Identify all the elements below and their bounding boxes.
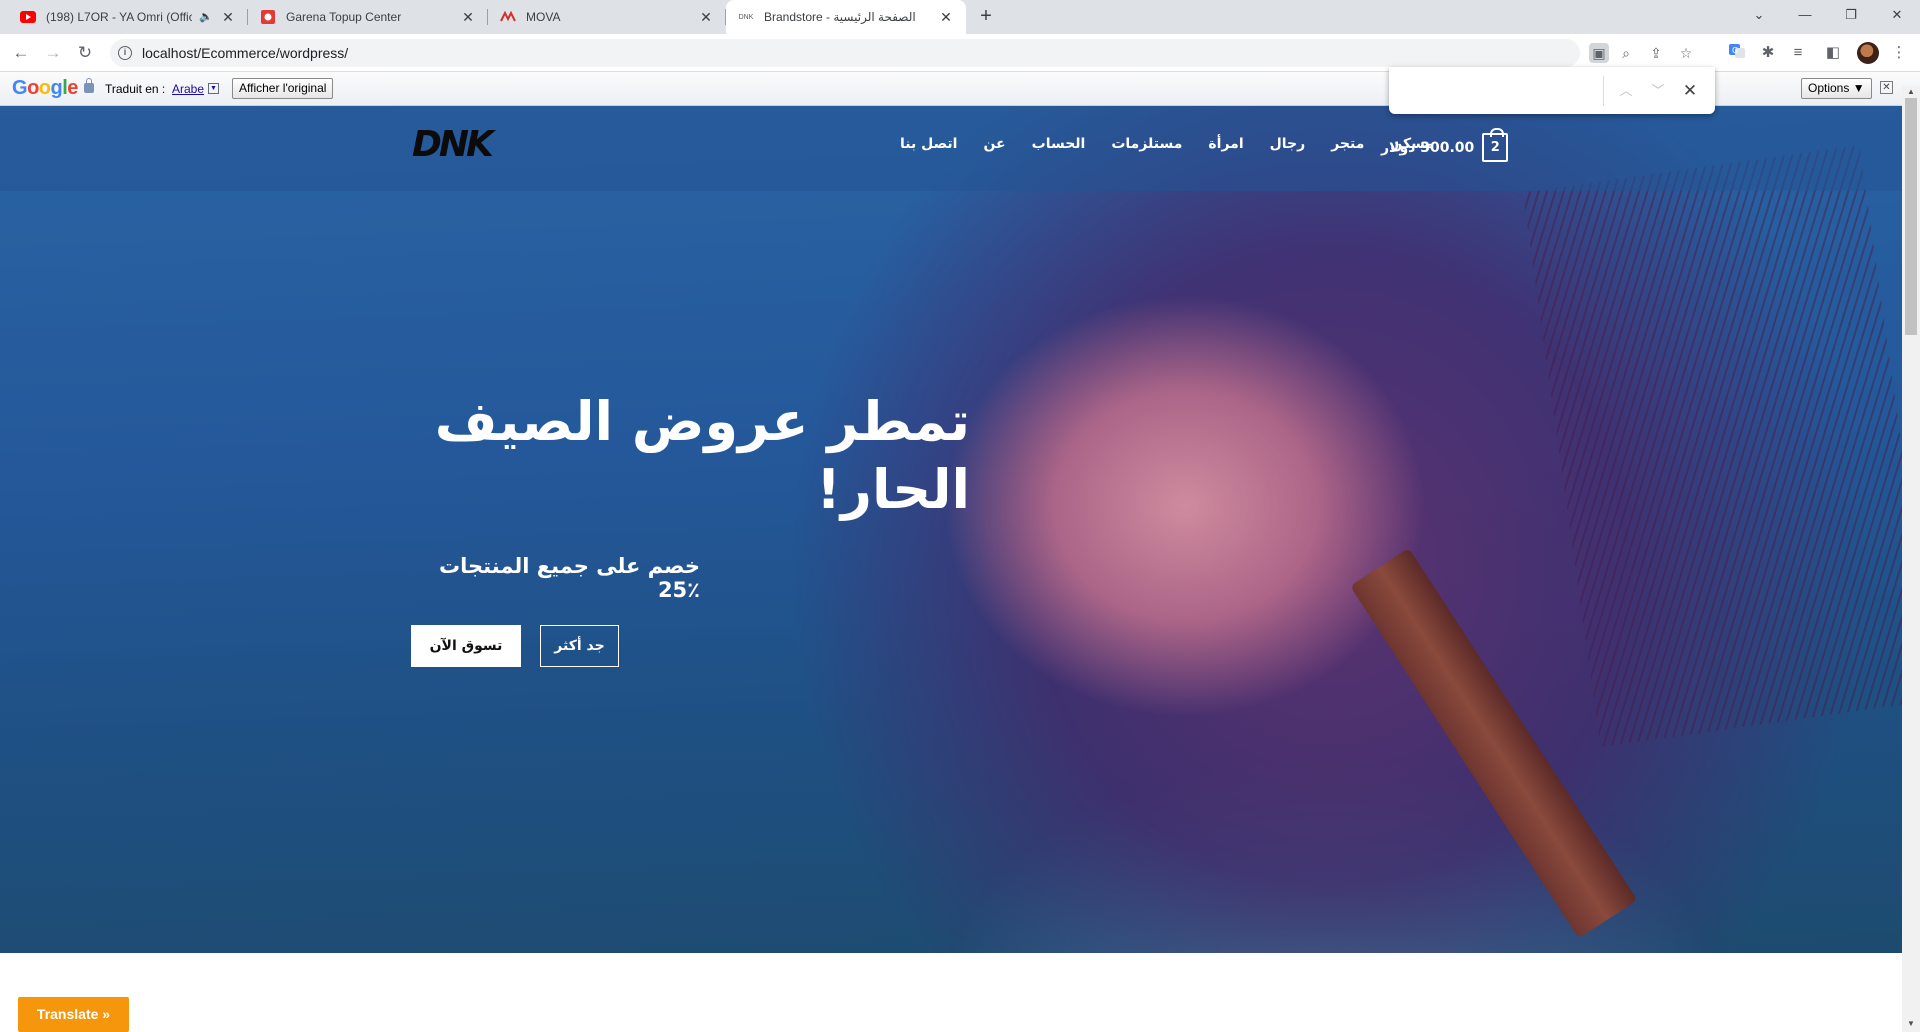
- cart-link[interactable]: 300.00 دولار 2: [1381, 128, 1509, 162]
- menu-item-men[interactable]: رجال: [1270, 136, 1306, 152]
- tab-label: (198) L7OR - YA Omri (Officia: [46, 10, 192, 24]
- extensions-puzzle-icon[interactable]: ✱: [1757, 42, 1779, 64]
- close-find-icon[interactable]: ✕: [1679, 80, 1701, 102]
- hero-subline: خصم على جميع المنتجات ٪25: [439, 554, 700, 602]
- tab-brandstore[interactable]: DNK Brandstore - الصفحة الرئيسية ✕: [726, 0, 966, 34]
- close-tab-icon[interactable]: ✕: [220, 9, 236, 25]
- find-input[interactable]: [1397, 75, 1607, 105]
- forward-icon[interactable]: →: [41, 41, 65, 65]
- translate-page-icon[interactable]: ▣: [1589, 43, 1609, 63]
- show-original-button[interactable]: Afficher l'original: [232, 78, 334, 99]
- page-viewport: DNK مسكن متجر رجال امرأة مستلزمات الحساب…: [0, 106, 1902, 1032]
- mova-icon: [500, 9, 516, 25]
- brandstore-icon: DNK: [738, 13, 754, 21]
- language-dropdown-icon[interactable]: ▼: [208, 83, 219, 94]
- tab-mova[interactable]: MOVA ✕: [488, 0, 726, 34]
- close-tab-icon[interactable]: ✕: [460, 9, 476, 25]
- tab-youtube[interactable]: (198) L7OR - YA Omri (Officia 🔈 ✕: [8, 0, 248, 34]
- hero-image-hair: [1522, 145, 1902, 747]
- youtube-icon: [20, 9, 36, 25]
- find-more-button[interactable]: جد أكثر: [540, 625, 619, 667]
- cart-count: 2: [1490, 140, 1500, 155]
- translate-options-button[interactable]: Options ▼: [1801, 78, 1872, 99]
- close-tab-icon[interactable]: ✕: [698, 9, 714, 25]
- tab-search-icon[interactable]: ⌄: [1736, 0, 1782, 30]
- close-window-icon[interactable]: ✕: [1874, 0, 1920, 30]
- side-panel-icon[interactable]: ◧: [1822, 42, 1844, 64]
- menu-item-women[interactable]: امرأة: [1208, 136, 1243, 152]
- menu-kebab-icon[interactable]: ⋮: [1888, 42, 1910, 64]
- bookmark-star-icon[interactable]: ☆: [1676, 43, 1696, 63]
- restore-icon[interactable]: ❐: [1828, 0, 1874, 30]
- tab-strip: (198) L7OR - YA Omri (Officia 🔈 ✕ Garena…: [0, 0, 1920, 34]
- page-scrollbar[interactable]: ▲ ▼: [1902, 86, 1920, 1032]
- profile-avatar[interactable]: [1857, 42, 1879, 64]
- lock-icon: [84, 78, 94, 93]
- site-info-icon[interactable]: i: [118, 46, 132, 60]
- new-tab-button[interactable]: +: [974, 5, 998, 29]
- scroll-thumb[interactable]: [1905, 98, 1917, 335]
- hero-headline: تمطر عروض الصيف الحار!: [434, 390, 970, 521]
- find-previous-icon[interactable]: ︿: [1615, 80, 1637, 102]
- zoom-icon[interactable]: ⌕: [1616, 43, 1636, 63]
- shop-now-button[interactable]: تسوق الآن: [411, 625, 521, 667]
- menu-item-about[interactable]: عن: [983, 136, 1005, 152]
- translate-widget-button[interactable]: Translate »: [18, 997, 129, 1032]
- google-translate-extension-icon[interactable]: G: [1726, 42, 1748, 64]
- shopping-bag-icon: 2: [1482, 128, 1509, 162]
- back-icon[interactable]: ←: [9, 41, 33, 65]
- address-bar[interactable]: i localhost/Ecommerce/wordpress/ ▣ ⌕ ⇪ ☆: [110, 39, 1692, 67]
- menu-item-shop[interactable]: متجر: [1331, 136, 1364, 152]
- menu-item-accessories[interactable]: مستلزمات: [1111, 136, 1182, 152]
- tab-label: Garena Topup Center: [286, 10, 402, 24]
- find-divider: [1603, 76, 1604, 106]
- url-text: localhost/Ecommerce/wordpress/: [142, 45, 349, 61]
- share-icon[interactable]: ⇪: [1646, 43, 1666, 63]
- scroll-down-icon[interactable]: ▼: [1902, 1016, 1920, 1032]
- find-bar: ︿ ﹀ ✕: [1389, 67, 1715, 114]
- site-logo[interactable]: DNK: [412, 124, 494, 165]
- close-tab-icon[interactable]: ✕: [938, 9, 954, 25]
- tab-label: MOVA: [526, 10, 561, 24]
- garena-icon: [260, 9, 276, 25]
- site-header: DNK مسكن متجر رجال امرأة مستلزمات الحساب…: [0, 106, 1902, 191]
- menu-item-contact[interactable]: اتصل بنا: [900, 136, 957, 152]
- main-menu: مسكن متجر رجال امرأة مستلزمات الحساب عن …: [900, 136, 1434, 152]
- reload-icon[interactable]: ↻: [73, 41, 97, 65]
- find-next-icon[interactable]: ﹀: [1647, 80, 1669, 102]
- close-translate-bar-icon[interactable]: ✕: [1880, 81, 1893, 94]
- menu-item-account[interactable]: الحساب: [1032, 136, 1086, 152]
- tab-garena[interactable]: Garena Topup Center ✕: [248, 0, 488, 34]
- tab-label: Brandstore - الصفحة الرئيسية: [764, 10, 916, 24]
- hero-banner: DNK مسكن متجر رجال امرأة مستلزمات الحساب…: [0, 106, 1902, 953]
- svg-text:G: G: [1732, 46, 1738, 55]
- google-logo: Google: [12, 77, 78, 99]
- cart-amount: 300.00 دولار: [1381, 139, 1475, 156]
- target-language-link[interactable]: Arabe: [172, 82, 204, 96]
- translated-to-label: Traduit en :: [105, 82, 166, 96]
- minimize-icon[interactable]: —: [1782, 0, 1828, 30]
- audio-icon[interactable]: 🔈: [198, 9, 214, 25]
- reading-list-icon[interactable]: ≡: [1787, 42, 1809, 64]
